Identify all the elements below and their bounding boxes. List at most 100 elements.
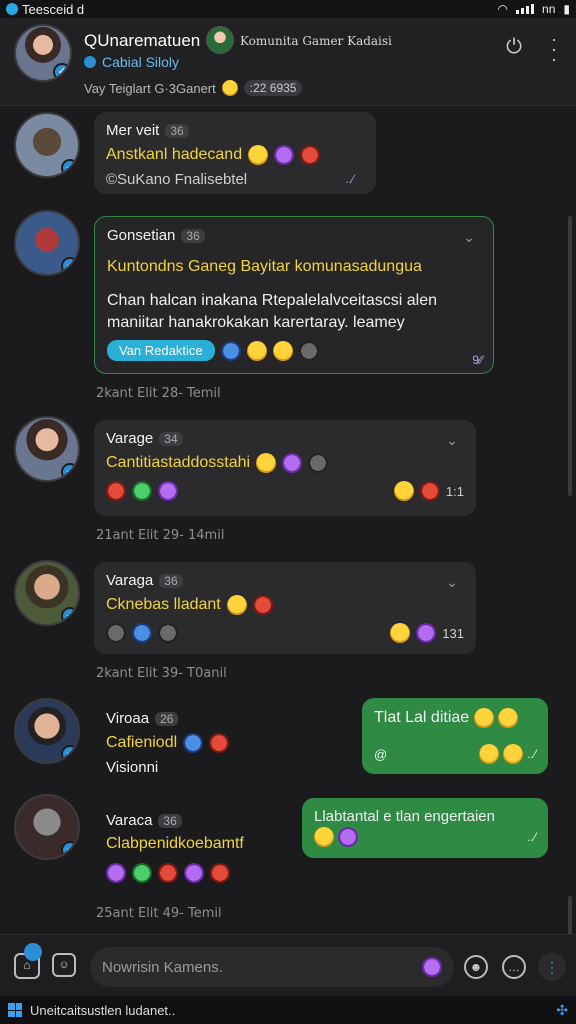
sender-avatar[interactable]: ✓ [14, 560, 80, 626]
sender-count: 36 [181, 228, 205, 243]
meta-text: Vay Teiglart G·3Ganert [84, 80, 216, 96]
reaction-row: 1:1 [106, 481, 464, 501]
message-bubble[interactable]: Varaca 36 Clabpenidkoebamtf [94, 802, 294, 894]
smile-reaction-icon[interactable] [393, 481, 414, 501]
ball-reaction-icon[interactable] [419, 481, 440, 501]
sender-name: Varaca [106, 812, 153, 829]
reply-footer: ..⁄ [314, 827, 536, 847]
message-highlight: Anstkanl hadecand [106, 145, 364, 165]
sender-avatar[interactable]: ✓ [14, 416, 80, 482]
message-input[interactable]: Nowrisin Kamens. [90, 947, 454, 987]
member-avatar[interactable] [206, 26, 234, 54]
message-footer: ©SuKano Fnalisebtel [106, 171, 248, 188]
laugh-emoji-icon[interactable] [246, 340, 267, 361]
status-right-text: nn [542, 2, 556, 16]
message-text: Cknebas lladant [106, 596, 221, 613]
smile-emoji-icon [256, 453, 277, 473]
sword-reaction-icon[interactable] [106, 623, 126, 643]
verified-icon: ✓ [61, 745, 78, 762]
sticker-icon[interactable]: ☺ [52, 953, 76, 977]
cool-emoji-icon[interactable] [220, 340, 241, 361]
chevron-down-icon[interactable]: ⌄ [463, 229, 475, 246]
orb-reaction-icon[interactable] [158, 481, 178, 501]
face-emoji-icon[interactable] [298, 340, 319, 361]
star-reaction-icon[interactable] [132, 863, 152, 883]
message-timestamp: 21ant Elit 29- 14mil [96, 528, 225, 543]
sender-name-row: Mer veit 36 [106, 122, 364, 139]
emoji-picker-icon[interactable] [422, 957, 442, 977]
smile-emoji-icon [314, 827, 334, 847]
message-body: Chan halcan inakana Rtepalelalvceitascsi… [107, 292, 437, 331]
network-icon[interactable]: ✣ [556, 1002, 568, 1019]
sender-name: Varage [106, 430, 154, 447]
star-outline-reaction-icon[interactable] [158, 863, 178, 883]
verified-icon: ✓ [61, 841, 78, 858]
shield-reaction-icon[interactable] [158, 623, 178, 643]
chat-title[interactable]: QUnarematuen [84, 31, 200, 51]
call-icon[interactable]: ⏻ [500, 36, 528, 64]
read-receipt-icon: ..⁄ [527, 830, 536, 844]
verified-icon: ✓ [61, 159, 78, 176]
notification-dot-icon [24, 943, 42, 961]
sender-name: Varaga [106, 572, 154, 589]
mic-icon[interactable]: ⋮ [538, 953, 566, 981]
character-emoji-icon [338, 827, 358, 847]
sender-name: Mer veit [106, 122, 160, 139]
reply-footer: @ ..⁄ [374, 744, 536, 764]
read-receipt: 9⁄⁄ [472, 353, 483, 367]
message-timestamp: 2kant Elit 39- T0anil [96, 666, 227, 681]
status-text: Cabial Siloly [102, 54, 180, 70]
verified-icon: ✓ [61, 463, 78, 480]
group-avatar[interactable]: ✓ [14, 24, 72, 82]
reply-text: Tlat Lal ditiae [374, 708, 536, 728]
message-text: Cafieniodl [106, 734, 178, 751]
message-bubble[interactable]: ⌄ Varage 34 Cantitiastaddosstahi 1:1 [94, 420, 476, 516]
reaction-row: Van Redaktice [107, 340, 481, 361]
orb-reaction-icon[interactable] [184, 863, 204, 883]
sender-avatar[interactable]: ✓ [14, 698, 80, 764]
message-list[interactable]: ✓ Mer veit 36 Anstkanl hadecand ©SuKano … [0, 106, 576, 1024]
flower-reaction-icon[interactable] [210, 863, 230, 883]
meta-pill: :22 6935 [243, 80, 303, 96]
sender-count: 26 [155, 711, 179, 726]
reply-icon[interactable]: @ [374, 747, 387, 762]
status-bar: Teesceid d ◠ nn ▮ [0, 0, 576, 18]
chat-bubble-icon[interactable]: … [502, 955, 526, 979]
message-bubble[interactable]: ⌄ Varaga 36 Cknebas lladant 131 [94, 562, 476, 654]
gem-reaction-icon[interactable] [106, 863, 126, 883]
emoji-icon[interactable]: ☻ [464, 955, 488, 979]
sender-count: 36 [165, 123, 189, 138]
reply-bubble[interactable]: Llabtantal e tlan engertaien ..⁄ [302, 798, 548, 858]
message-highlight: Clabpenidkoebamtf [106, 835, 244, 852]
star-reaction-icon[interactable] [106, 481, 126, 501]
verified-icon: ✓ [53, 63, 70, 80]
message-bubble[interactable]: Mer veit 36 Anstkanl hadecand ©SuKano Fn… [94, 112, 376, 194]
grin-emoji-icon[interactable] [272, 340, 293, 361]
smile-reaction-icon[interactable] [390, 623, 411, 643]
windows-logo-icon[interactable] [8, 1003, 22, 1017]
signal-icon [516, 4, 535, 14]
swirl-reaction-icon[interactable] [132, 623, 152, 643]
message-bubble[interactable]: ⌄ Gonsetian 36 Kuntondns Ganeg Bayitar k… [94, 216, 494, 374]
read-receipt-icon: ..⁄ [527, 747, 536, 761]
laugh-emoji-icon [473, 708, 494, 728]
scrollbar[interactable] [568, 216, 572, 496]
sender-avatar[interactable]: ✓ [14, 210, 80, 276]
more-menu-icon[interactable]: · · · [546, 30, 562, 68]
chevron-down-icon[interactable]: ⌄ [446, 432, 458, 449]
character-reaction-icon[interactable] [416, 623, 437, 643]
verified-icon: ✓ [61, 607, 78, 624]
message-input-placeholder: Nowrisin Kamens. [102, 958, 223, 976]
wink-emoji-icon [503, 744, 524, 764]
sender-name-row: Gonsetian 36 [107, 227, 481, 244]
message-highlight: Kuntondns Ganeg Bayitar komunasadungua [107, 258, 422, 275]
sender-avatar[interactable]: ✓ [14, 112, 80, 178]
chevron-down-icon[interactable]: ⌄ [446, 574, 458, 591]
message-bubble[interactable]: Viroaa 26 Cafieniodl Visionni [94, 700, 274, 784]
message-body: Visionni [106, 759, 159, 776]
sender-avatar[interactable]: ✓ [14, 794, 80, 860]
shell-reaction-icon[interactable] [132, 481, 152, 501]
reaction-row: 131 [106, 623, 464, 643]
reply-bubble[interactable]: Tlat Lal ditiae @ ..⁄ [362, 698, 548, 774]
tag-button[interactable]: Van Redaktice [107, 340, 215, 361]
